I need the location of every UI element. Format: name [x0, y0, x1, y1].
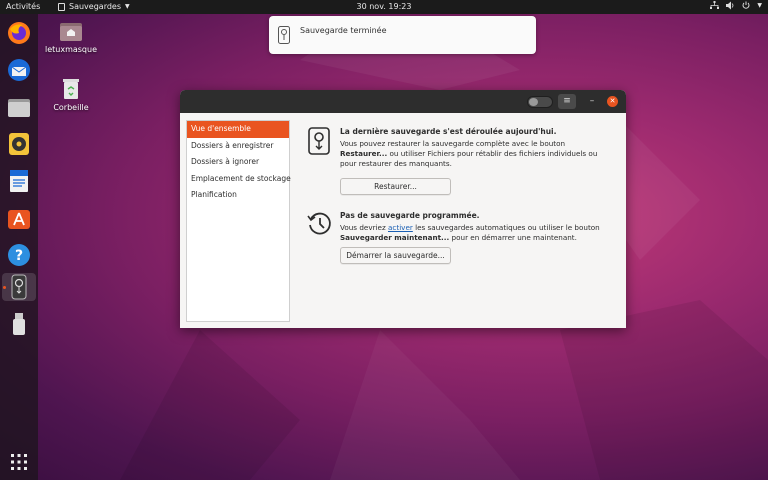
sidebar: Vue d'ensemble Dossiers à enregistrer Do… — [186, 120, 291, 322]
toggle-knob — [529, 98, 538, 106]
network-icon — [710, 1, 720, 9]
schedule-description: Vous devriez activer les sauvegardes aut… — [340, 223, 610, 243]
schedule-description-bold: Sauvegarder maintenant... — [340, 233, 450, 242]
svg-text:?: ? — [15, 248, 23, 264]
sidebar-item-folders-to-ignore[interactable]: Dossiers à ignorer — [187, 154, 289, 171]
start-backup-button[interactable]: Démarrer la sauvegarde... — [340, 247, 451, 264]
backup-drive-icon — [308, 127, 330, 155]
dock-usb-drive[interactable] — [5, 310, 33, 338]
notification-text: Sauvegarde terminée — [300, 26, 387, 35]
document-icon — [10, 170, 28, 192]
header-bar[interactable]: ≡ – ✕ — [180, 90, 626, 113]
dock-rhythmbox[interactable] — [5, 130, 33, 158]
restore-description: Vous pouvez restaurer la sauvegarde comp… — [340, 139, 610, 169]
trash-icon — [63, 79, 79, 99]
menu-button[interactable]: ≡ — [558, 94, 576, 109]
dock-files[interactable] — [5, 93, 33, 121]
dock-firefox[interactable] — [5, 19, 33, 47]
thunderbird-icon — [8, 59, 30, 81]
desktop-icon-label: letuxmasque — [44, 45, 98, 54]
hamburger-icon: ≡ — [563, 96, 571, 106]
firefox-icon — [8, 22, 30, 44]
activate-link[interactable]: activer — [388, 223, 413, 232]
schedule-section: Pas de sauvegarde programmée. Vous devri… — [307, 211, 618, 271]
close-icon: ✕ — [609, 97, 616, 105]
close-button[interactable]: ✕ — [607, 96, 618, 107]
deja-dup-window: ≡ – ✕ Vue d'ensemble Dossiers à enregist… — [180, 90, 626, 328]
notification-banner[interactable]: Sauvegarde terminée — [269, 16, 536, 54]
software-center-icon — [8, 210, 30, 229]
app-grid-icon — [11, 454, 27, 470]
help-icon: ? — [8, 244, 30, 266]
dock-deja-dup[interactable] — [2, 273, 36, 301]
restore-title: La dernière sauvegarde s'est déroulée au… — [340, 127, 557, 136]
sidebar-item-overview[interactable]: Vue d'ensemble — [187, 121, 289, 138]
activities-button[interactable]: Activités — [6, 2, 40, 11]
desktop-icon-home[interactable]: letuxmasque — [36, 20, 106, 54]
home-folder-icon — [60, 23, 82, 41]
auto-backup-toggle[interactable] — [527, 96, 553, 108]
desktop-icon-label: Corbeille — [53, 103, 89, 112]
usb-drive-icon — [13, 313, 25, 335]
system-tray[interactable]: ▼ — [710, 1, 762, 10]
sidebar-item-folders-to-save[interactable]: Dossiers à enregistrer — [187, 138, 289, 155]
restore-description-text: Vous pouvez restaurer la sauvegarde comp… — [340, 139, 566, 148]
speaker-icon — [9, 133, 29, 155]
restore-description-bold: Restaurer... — [340, 149, 388, 158]
schedule-title: Pas de sauvegarde programmée. — [340, 211, 480, 220]
dock: ? — [0, 14, 38, 480]
sidebar-item-storage-location[interactable]: Emplacement de stockage — [187, 171, 291, 188]
app-menu-icon — [58, 2, 65, 11]
schedule-description-text-3: pour en démarrer une maintenant. — [449, 233, 577, 242]
folder-icon — [8, 99, 30, 117]
top-bar: Activités Sauvegardes ▼ 30 nov. 19:23 ▼ — [0, 0, 768, 14]
app-menu[interactable]: Sauvegardes ▼ — [58, 2, 130, 11]
show-applications-button[interactable] — [5, 448, 33, 476]
app-menu-label: Sauvegardes — [69, 2, 122, 11]
dock-thunderbird[interactable] — [5, 56, 33, 84]
dock-software[interactable] — [5, 204, 33, 232]
volume-icon — [726, 1, 734, 10]
overview-content: La dernière sauvegarde s'est déroulée au… — [290, 113, 626, 328]
minimize-button[interactable]: – — [586, 94, 598, 109]
running-indicator — [3, 286, 6, 289]
power-icon — [742, 1, 750, 9]
sidebar-item-scheduling[interactable]: Planification — [187, 187, 289, 204]
backup-icon — [11, 274, 27, 300]
dock-writer[interactable] — [5, 167, 33, 195]
minimize-icon: – — [589, 96, 595, 106]
schedule-description-text-2: les sauvegardes automatiques ou utiliser… — [412, 223, 600, 232]
restore-section: La dernière sauvegarde s'est déroulée au… — [308, 127, 618, 197]
schedule-description-text: Vous devriez — [340, 223, 389, 232]
desktop-icon-trash[interactable]: Corbeille — [36, 78, 106, 112]
clock[interactable]: 30 nov. 19:23 — [357, 2, 412, 11]
dock-help[interactable]: ? — [5, 241, 33, 269]
history-icon — [307, 212, 331, 235]
chevron-down-icon: ▼ — [125, 3, 130, 10]
chevron-down-icon: ▼ — [757, 2, 762, 9]
backup-icon — [278, 26, 290, 44]
restore-button[interactable]: Restaurer... — [340, 178, 451, 195]
